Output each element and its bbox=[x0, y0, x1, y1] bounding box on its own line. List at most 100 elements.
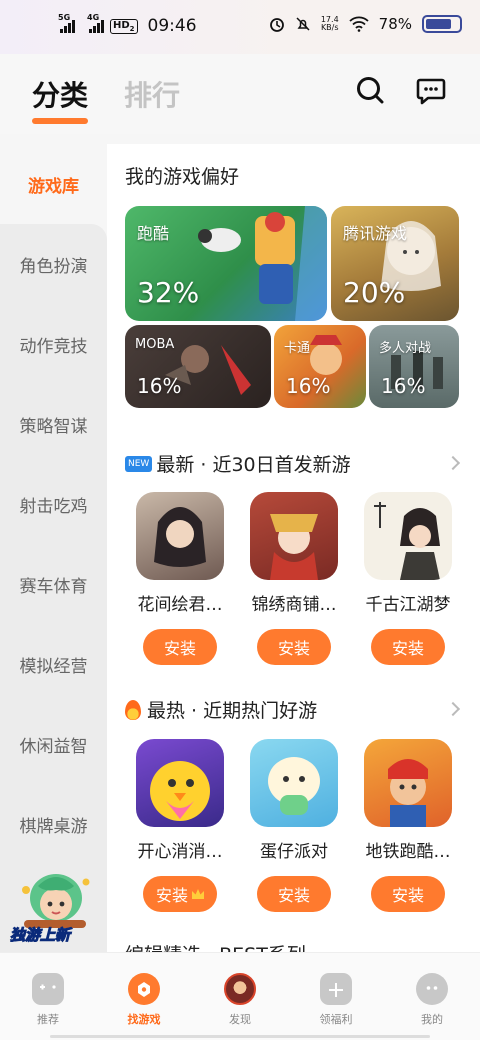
install-button-label: 安装 bbox=[391, 639, 424, 658]
main-content: 我的游戏偏好 跑酷 32% 腾讯游戏 20% MOBA 16% 卡通 16% 多… bbox=[107, 144, 480, 952]
tab-category-label: 分类 bbox=[32, 79, 89, 112]
game-icon-xiaoxiaole[interactable] bbox=[136, 739, 224, 827]
sidebar-item[interactable]: 射击吃鸡 bbox=[0, 464, 107, 544]
clock: 09:46 bbox=[147, 16, 197, 36]
sidebar-item[interactable]: 休闲益智 bbox=[0, 704, 107, 784]
game-name: 花间绘君… bbox=[137, 595, 223, 615]
crown-icon bbox=[192, 889, 204, 899]
editor-picks-title[interactable]: 编辑精选 · BEST系列 bbox=[125, 940, 306, 952]
game-icon-danzai[interactable] bbox=[250, 739, 338, 827]
preference-card-percent: 20% bbox=[343, 276, 406, 309]
nav-mine[interactable]: 我的 bbox=[384, 965, 480, 1027]
nav-discover[interactable]: 发现 bbox=[192, 965, 288, 1027]
preference-card-tencent[interactable]: 腾讯游戏 20% bbox=[331, 206, 459, 321]
game-card[interactable]: 地铁跑酷… 安装 bbox=[351, 739, 465, 912]
signal-4g-label: 4G bbox=[87, 13, 100, 22]
install-button-label: 安装 bbox=[163, 639, 196, 658]
install-button-label: 安装 bbox=[391, 886, 424, 905]
nav-find-games-label: 找游戏 bbox=[127, 1013, 161, 1026]
nav-discover-label: 发现 bbox=[229, 1013, 251, 1026]
game-icon-subway[interactable] bbox=[364, 739, 452, 827]
top-header: 分类 排行 bbox=[0, 54, 480, 134]
nav-recommend-label: 推荐 bbox=[37, 1013, 59, 1026]
install-button[interactable]: 安装 bbox=[371, 876, 445, 912]
preference-card-cartoon[interactable]: 卡通 16% bbox=[274, 325, 366, 408]
gamepad-icon bbox=[32, 973, 64, 1005]
preference-card-percent: 16% bbox=[137, 374, 182, 398]
find-games-icon bbox=[128, 973, 160, 1005]
sidebar-item[interactable]: 动作竞技 bbox=[0, 304, 107, 384]
alarm-icon bbox=[269, 18, 284, 32]
home-indicator[interactable] bbox=[50, 1035, 430, 1038]
game-card[interactable]: 花间绘君… 安装 bbox=[123, 492, 237, 665]
sidebar-item[interactable]: 策略智谋 bbox=[0, 384, 107, 464]
game-icon-huajian[interactable] bbox=[136, 492, 224, 580]
profile-icon bbox=[416, 973, 448, 1005]
promo-label: 独游上新 bbox=[9, 926, 71, 945]
sidebar-item[interactable]: 赛车体育 bbox=[0, 544, 107, 624]
signal-5g-icon: 5G bbox=[58, 13, 75, 33]
hd-sub-label: 2 bbox=[129, 24, 135, 33]
nav-rewards-label: 领福利 bbox=[319, 1013, 353, 1026]
new-games-title-label: 最新 · 近30日首发新游 bbox=[156, 454, 351, 476]
game-card[interactable]: 锦绣商铺… 安装 bbox=[237, 492, 351, 665]
chevron-right-icon[interactable] bbox=[445, 701, 461, 717]
tab-active-underline bbox=[32, 118, 89, 124]
preference-card-parkour[interactable]: 跑酷 32% bbox=[125, 206, 327, 321]
category-sidebar: 游戏库 角色扮演 动作竞技 策略智谋 射击吃鸡 赛车体育 模拟经营 休闲益智 棋牌桌游 独游上新 bbox=[0, 144, 107, 952]
indie-promo-banner[interactable]: 独游上新 bbox=[8, 864, 100, 952]
net-speed-unit: KB/s bbox=[320, 23, 339, 32]
game-name: 开心消消… bbox=[137, 842, 223, 862]
preference-card-multiplayer[interactable]: 多人对战 16% bbox=[369, 325, 459, 408]
game-name: 锦绣商铺… bbox=[251, 595, 337, 615]
fire-icon bbox=[125, 699, 141, 720]
nav-recommend[interactable]: 推荐 bbox=[0, 965, 96, 1027]
install-button-label: 安装 bbox=[277, 886, 310, 905]
bottom-nav: 推荐 找游戏 发现 领福利 我的 bbox=[0, 952, 480, 1040]
sidebar-item[interactable]: 模拟经营 bbox=[0, 624, 107, 704]
hd-label: HD bbox=[113, 19, 130, 31]
mute-icon bbox=[296, 17, 310, 31]
tab-category[interactable]: 分类 bbox=[32, 74, 89, 124]
new-games-title[interactable]: NEW 最新 · 近30日首发新游 bbox=[125, 450, 351, 477]
preference-card-name: MOBA bbox=[135, 337, 175, 352]
preference-title: 我的游戏偏好 bbox=[125, 166, 240, 188]
game-icon-jinxiu[interactable] bbox=[250, 492, 338, 580]
discover-avatar-icon bbox=[224, 973, 256, 1005]
install-button-label: 安装 bbox=[277, 639, 310, 658]
game-name: 地铁跑酷… bbox=[365, 842, 451, 862]
install-button[interactable]: 安装 bbox=[257, 876, 331, 912]
chevron-right-icon[interactable] bbox=[445, 455, 461, 471]
preference-card-percent: 16% bbox=[381, 374, 426, 398]
signal-4g-icon: 4G bbox=[87, 13, 104, 33]
message-icon[interactable] bbox=[415, 74, 447, 106]
tab-ranking[interactable]: 排行 bbox=[124, 74, 180, 114]
nav-mine-label: 我的 bbox=[421, 1013, 443, 1026]
hot-games-title-label: 最热 · 近期热门好游 bbox=[147, 700, 318, 722]
game-name: 蛋仔派对 bbox=[260, 842, 328, 862]
game-card[interactable]: 蛋仔派对 安装 bbox=[237, 739, 351, 912]
install-button[interactable]: 安装 bbox=[143, 876, 217, 912]
preference-card-moba[interactable]: MOBA 16% bbox=[125, 325, 271, 408]
gift-icon bbox=[320, 973, 352, 1005]
sidebar-item[interactable]: 游戏库 bbox=[0, 144, 107, 224]
preference-card-percent: 16% bbox=[286, 374, 331, 398]
game-icon-qiangu[interactable] bbox=[364, 492, 452, 580]
battery-percent: 78% bbox=[378, 15, 412, 33]
net-speed: 17.4 KB/s bbox=[321, 16, 339, 32]
preference-card-name: 跑酷 bbox=[137, 224, 170, 243]
sidebar-item[interactable]: 角色扮演 bbox=[0, 224, 107, 304]
search-icon[interactable] bbox=[354, 74, 386, 106]
hot-games-title[interactable]: 最热 · 近期热门好游 bbox=[125, 696, 317, 723]
install-button[interactable]: 安装 bbox=[143, 629, 217, 665]
game-card[interactable]: 开心消消… 安装 bbox=[123, 739, 237, 912]
nav-find-games[interactable]: 找游戏 bbox=[96, 965, 192, 1027]
new-badge-icon: NEW bbox=[125, 455, 153, 472]
signal-5g-label: 5G bbox=[58, 13, 71, 22]
game-name: 千古江湖梦 bbox=[365, 595, 451, 615]
nav-rewards[interactable]: 领福利 bbox=[288, 965, 384, 1027]
install-button[interactable]: 安装 bbox=[371, 629, 445, 665]
install-button[interactable]: 安装 bbox=[257, 629, 331, 665]
sidebar-item[interactable]: 棋牌桌游 bbox=[0, 784, 107, 864]
game-card[interactable]: 千古江湖梦 安装 bbox=[351, 492, 465, 665]
